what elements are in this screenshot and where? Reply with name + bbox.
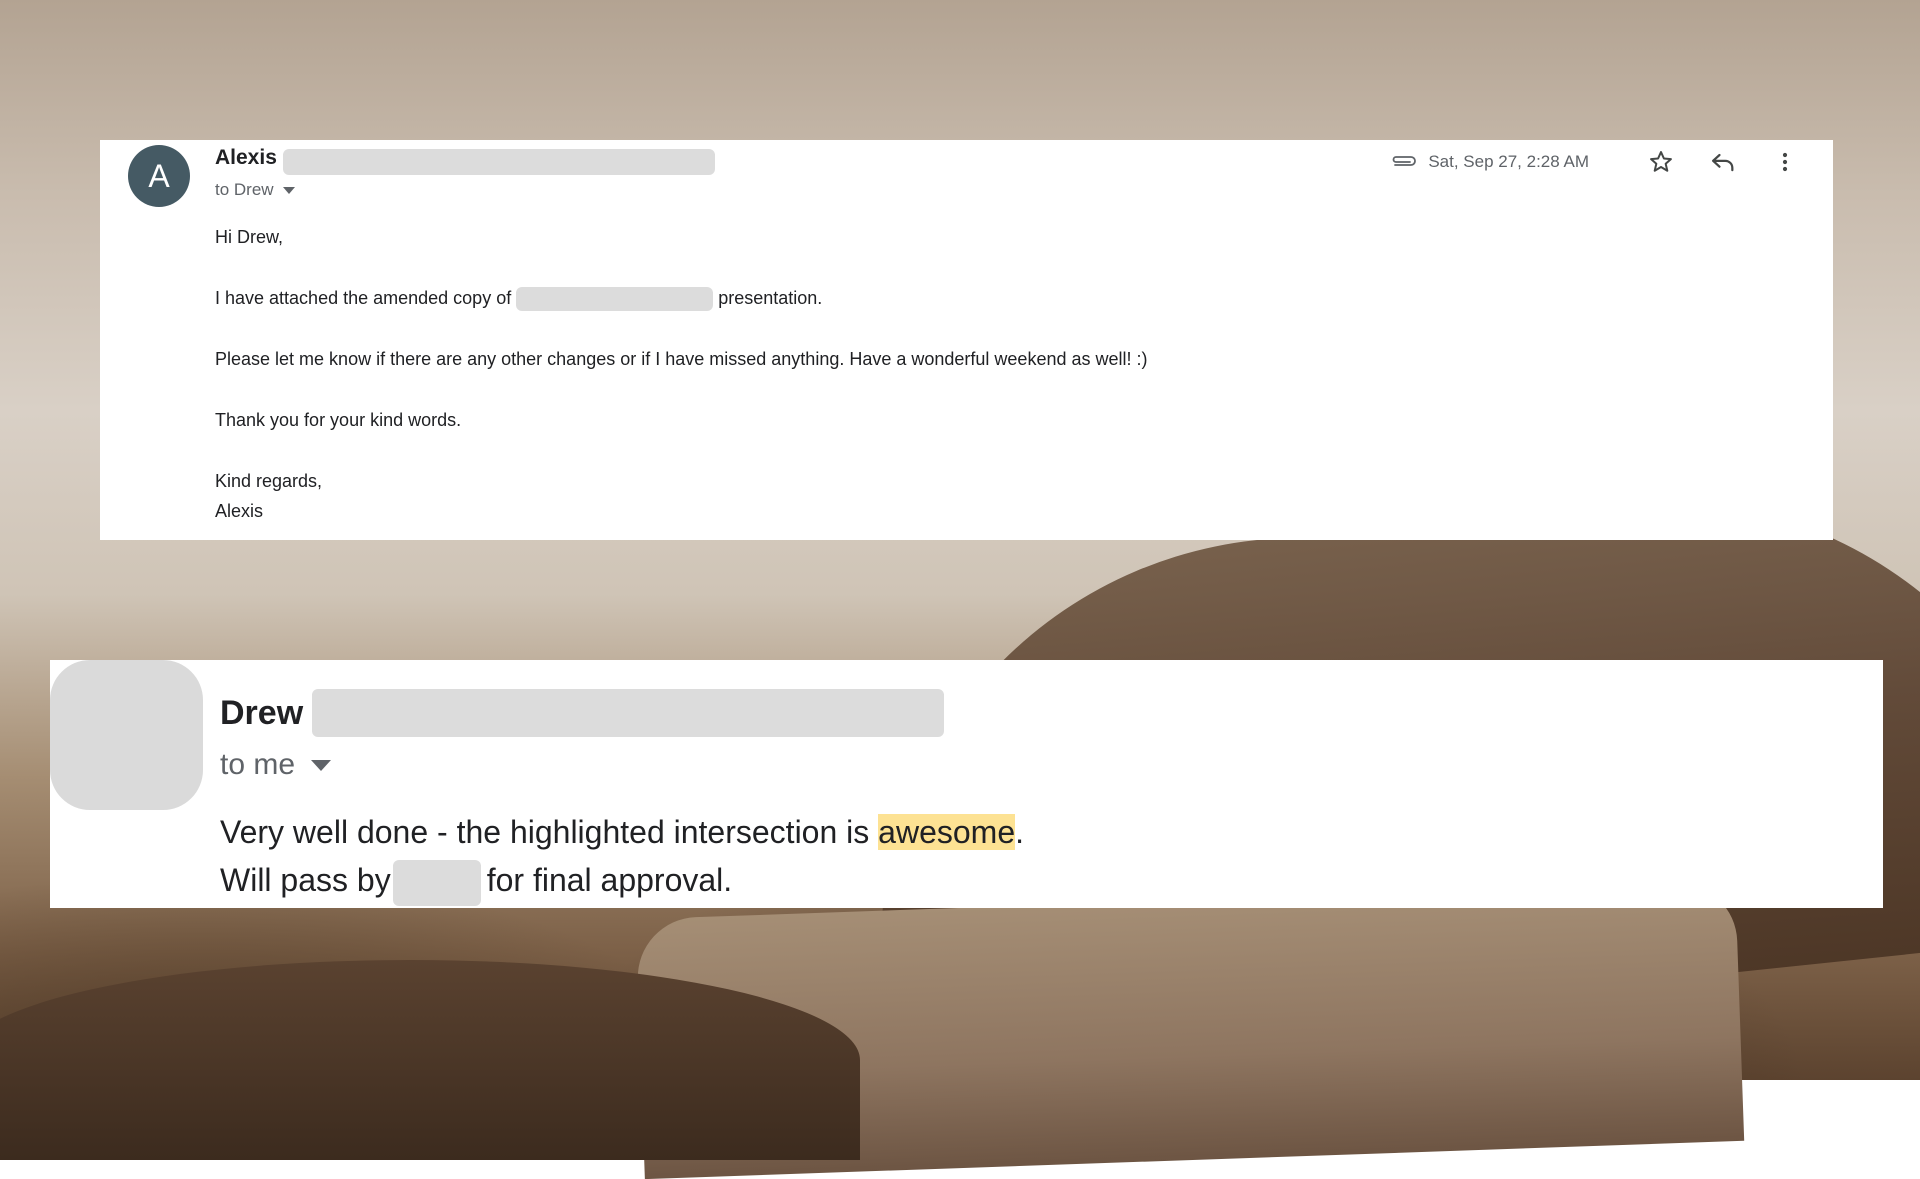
body-text: I have attached the amended copy of bbox=[215, 288, 512, 308]
sender-name[interactable]: Alexis bbox=[215, 146, 277, 170]
message-meta: Sat, Sep 27, 2:28 AM bbox=[1390, 144, 1805, 180]
closing-line: Kind regards, bbox=[215, 471, 323, 491]
more-options-button[interactable] bbox=[1765, 144, 1805, 180]
paperclip-icon bbox=[1392, 156, 1417, 166]
star-icon bbox=[1650, 151, 1672, 172]
recipient-line: to me bbox=[220, 748, 296, 781]
email-message-drew: Drew to me Very well done - the highligh… bbox=[50, 660, 1883, 908]
redacted-text bbox=[392, 859, 481, 906]
message-body: Very well done - the highlighted interse… bbox=[220, 808, 1024, 906]
email-message-alexis: A Alexis to Drew Sat, Sep 27, 2:28 AM Hi… bbox=[100, 140, 1833, 540]
body-text: for final approval. bbox=[486, 862, 733, 898]
more-vert-icon bbox=[1782, 152, 1788, 172]
body-line-attachment: I have attached the amended copy of prese… bbox=[215, 283, 1148, 313]
redacted-avatar bbox=[50, 660, 203, 810]
sender-name[interactable]: Drew bbox=[220, 694, 303, 733]
recipient-details-toggle[interactable]: to Drew bbox=[215, 180, 295, 200]
body-text: presentation. bbox=[718, 288, 823, 308]
body-text: Very well done - the highlighted interse… bbox=[220, 814, 870, 850]
body-line-praise: Very well done - the highlighted interse… bbox=[220, 808, 1024, 856]
signature-line: Alexis bbox=[215, 501, 264, 521]
body-line-thanks: Thank you for your kind words. bbox=[215, 410, 462, 430]
avatar-letter: A bbox=[148, 157, 170, 194]
body-line-approval: Will pass by for final approval. bbox=[220, 856, 1024, 906]
redacted-sender-email bbox=[312, 689, 944, 737]
redacted-text bbox=[516, 287, 714, 312]
highlighted-word: awesome bbox=[878, 814, 1016, 850]
body-line-request: Please let me know if there are any othe… bbox=[215, 349, 1148, 369]
caret-down-icon[interactable] bbox=[311, 759, 332, 771]
recipient-line: to Drew bbox=[215, 180, 274, 199]
body-text: . bbox=[1015, 814, 1024, 850]
recipient-details-toggle[interactable]: to me bbox=[220, 748, 332, 782]
redacted-sender-email bbox=[283, 149, 715, 175]
greeting-line: Hi Drew, bbox=[215, 227, 284, 247]
message-date: Sat, Sep 27, 2:28 AM bbox=[1428, 152, 1589, 171]
sender-avatar[interactable]: A bbox=[128, 145, 190, 207]
caret-down-icon[interactable] bbox=[282, 186, 295, 194]
star-button[interactable] bbox=[1641, 144, 1681, 180]
reply-button[interactable] bbox=[1703, 144, 1743, 180]
body-text: Will pass by bbox=[220, 862, 391, 898]
background-shadow bbox=[0, 960, 860, 1160]
message-body: Hi Drew, I have attached the amended cop… bbox=[215, 222, 1148, 526]
reply-icon bbox=[1711, 153, 1734, 172]
